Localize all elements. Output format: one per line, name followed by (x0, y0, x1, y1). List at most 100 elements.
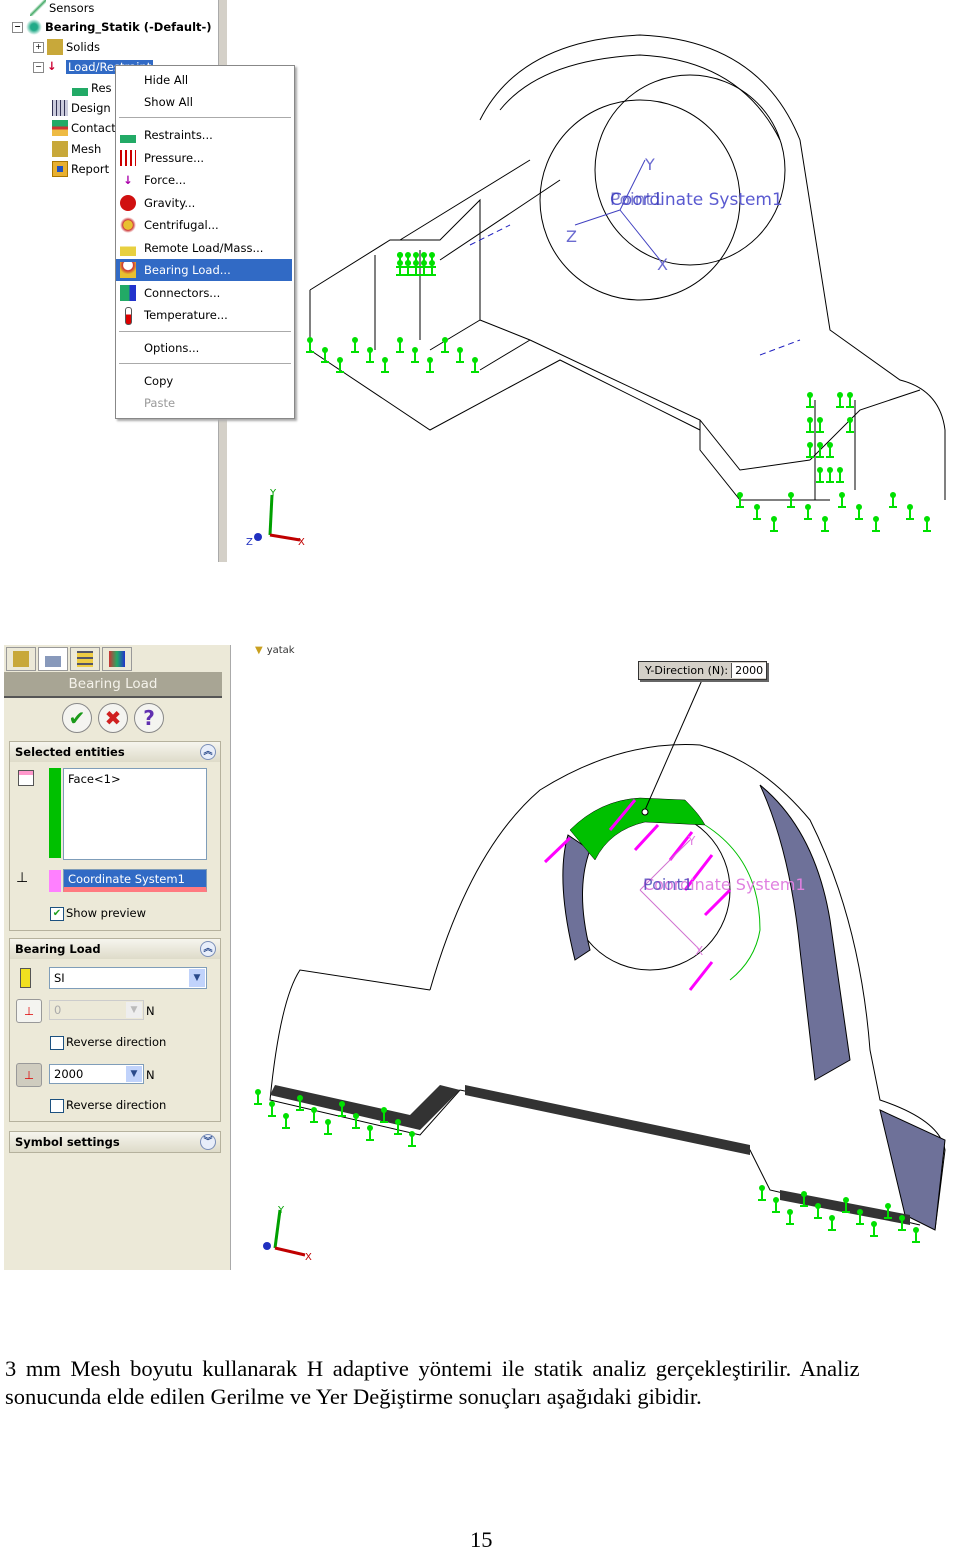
restraint-pin-icon (923, 516, 931, 532)
restraint-pin-icon (770, 516, 778, 532)
paragraph-line-1: 3 mm Mesh boyutu kullanarak H adaptive y… (5, 1356, 860, 1381)
restraint-pin-icon (826, 467, 834, 483)
panel-separator[interactable] (222, 645, 231, 1270)
restraint-pin-icon (846, 417, 854, 433)
triad-icon: Y X Z (246, 488, 305, 548)
collapse-icon[interactable]: − (33, 61, 44, 73)
reverse-y-checkbox[interactable] (50, 1099, 64, 1113)
svg-text:X: X (305, 1252, 312, 1263)
configuration-icon (77, 651, 93, 667)
axis-z-label: Z (566, 227, 577, 246)
menu-item-restraints[interactable]: Restraints... (116, 124, 292, 146)
axis-y-label: Y (687, 834, 696, 848)
screenshot-context-menu: Y Z X Coordinate System1 Point1 Y X Z Se… (0, 0, 960, 562)
cad-wireframe-viewport[interactable]: Y Z X Coordinate System1 Point1 Y X Z (226, 0, 960, 562)
restraint-pin-icon (846, 392, 854, 408)
symbol-settings-group: Symbol settings ︾ (9, 1131, 221, 1153)
coordinate-system-field[interactable]: Coordinate System1 (63, 869, 207, 892)
dropdown-arrow-icon[interactable]: ▼ (189, 969, 205, 987)
menu-item-remote-load[interactable]: Remote Load/Mass... (116, 237, 292, 259)
force-icon: ↓ (123, 173, 133, 187)
tree-item-sensors[interactable]: Sensors (30, 0, 94, 16)
menu-item-connectors[interactable]: Connectors... (116, 282, 292, 304)
pressure-icon (120, 150, 136, 166)
tree-item-design-scenario[interactable]: Design S (52, 100, 122, 116)
restraint-icon (72, 80, 88, 96)
menu-item-copy[interactable]: Copy (116, 370, 292, 392)
menu-separator (119, 331, 291, 332)
menu-item-paste[interactable]: Paste (116, 392, 292, 414)
connectors-icon (120, 285, 136, 301)
tab-configuration-manager[interactable] (70, 647, 100, 671)
y-direction-callout[interactable]: Y-Direction (N): 2000 (638, 661, 768, 680)
context-menu: Hide All Show All Restraints... Pressure… (115, 65, 295, 419)
units-select[interactable]: SI ▼ (49, 967, 207, 989)
restraint-pin-icon (912, 1227, 920, 1243)
restraint-pin-icon (408, 1131, 416, 1147)
tree-item-solids[interactable]: + Solids (33, 39, 100, 55)
part-icon (13, 651, 29, 667)
y-unit-label: N (146, 1068, 155, 1082)
dropdown-arrow-icon: ▼ (126, 1002, 142, 1018)
menu-item-centrifugal[interactable]: Centrifugal... (116, 214, 292, 236)
collapse-chevron-icon[interactable]: ︽ (200, 941, 216, 957)
tree-item-report[interactable]: Report (52, 161, 109, 177)
paragraph-line-2: sonucunda elde edilen Gerilme ve Yer Değ… (5, 1384, 702, 1409)
menu-item-temperature[interactable]: Temperature... (116, 304, 292, 326)
collapse-icon[interactable]: − (12, 21, 23, 33)
axis-y-label: Y (644, 155, 655, 174)
tree-item-study[interactable]: − Bearing_Statik (-Default-) (12, 19, 212, 35)
menu-item-hide-all[interactable]: Hide All (116, 69, 292, 91)
tab-simulation[interactable] (102, 647, 132, 671)
restraint-pin-icon (816, 417, 824, 433)
menu-item-bearing-load[interactable]: Bearing Load... (116, 259, 292, 281)
callout-value[interactable]: 2000 (731, 663, 767, 678)
y-force-field[interactable]: 2000 ▼ (49, 1064, 144, 1084)
menu-item-options[interactable]: Options... (116, 337, 292, 359)
menu-item-gravity[interactable]: Gravity... (116, 192, 292, 214)
restraint-pin-icon (310, 1107, 318, 1123)
centrifugal-icon (120, 217, 136, 233)
ok-button[interactable]: ✔ (62, 703, 92, 733)
tab-property-manager[interactable] (38, 647, 68, 671)
expand-icon[interactable]: + (33, 41, 44, 53)
dropdown-arrow-icon[interactable]: ▼ (126, 1066, 142, 1082)
tree-item-mesh[interactable]: Mesh (52, 141, 101, 157)
restraint-pin-icon (828, 1215, 836, 1231)
contact-icon (52, 120, 68, 136)
cad-viewport[interactable]: Coordinate System1 Point1 X Y Y X (230, 645, 960, 1270)
restraint-pin-icon (856, 1209, 864, 1225)
remote-load-icon (120, 240, 136, 256)
show-preview-checkbox[interactable]: ✔ (50, 907, 64, 921)
panel-title-bar: Bearing Load (4, 672, 222, 698)
menu-item-pressure[interactable]: Pressure... (116, 147, 292, 169)
show-preview-label: Show preview (66, 906, 147, 920)
tree-item-contact[interactable]: Contact (52, 120, 116, 136)
property-icon (45, 651, 61, 667)
restraint-pin-icon (758, 1185, 766, 1201)
coordinate-color-swatch (49, 870, 61, 892)
selected-entities-group: Selected entities ︽ Face<1> ⊥ Coordinate … (9, 741, 221, 931)
x-direction-button[interactable]: ⊥ (16, 999, 42, 1023)
x-force-field[interactable]: 0 ▼ (49, 1000, 144, 1020)
collapse-chevron-icon[interactable]: ︽ (200, 744, 216, 760)
reverse-x-checkbox[interactable] (50, 1036, 64, 1050)
restraint-pin-icon (821, 516, 829, 532)
help-button[interactable]: ? (134, 703, 164, 733)
y-direction-button[interactable]: ⊥ (16, 1063, 42, 1087)
menu-item-force[interactable]: ↓ Force... (116, 169, 292, 191)
face-icon (18, 770, 34, 786)
group-header[interactable]: Symbol settings ︾ (10, 1132, 220, 1152)
restraint-pin-icon (889, 492, 897, 508)
faces-selection-list[interactable]: Face<1> (63, 768, 207, 860)
tab-feature-manager[interactable] (6, 647, 36, 671)
group-header[interactable]: Bearing Load ︽ (10, 939, 220, 959)
restraint-pin-icon (870, 1221, 878, 1237)
panel-title: Bearing Load (68, 676, 158, 692)
cancel-button[interactable]: ✖ (98, 703, 128, 733)
screenshot-bearing-load: Coordinate System1 Point1 X Y Y X ▼ yata… (0, 645, 960, 1270)
tree-item-restraint[interactable]: Res (72, 80, 112, 96)
menu-item-show-all[interactable]: Show All (116, 91, 292, 113)
expand-chevron-icon[interactable]: ︾ (200, 1134, 216, 1150)
group-header[interactable]: Selected entities ︽ (10, 742, 220, 762)
